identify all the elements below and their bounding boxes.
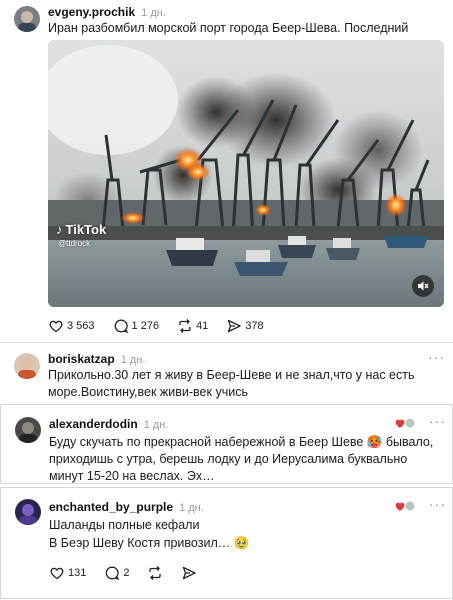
- speaker-muted-icon: [418, 281, 429, 291]
- reply-text-line2: В Беэр Шеву Костя привозил… 🥹: [49, 536, 250, 550]
- tiktok-icon: ♪: [56, 222, 63, 237]
- like-count: 131: [68, 567, 87, 579]
- heart-icon: [50, 567, 64, 580]
- share-button[interactable]: [181, 565, 197, 581]
- tiktok-handle: @ttdrock: [58, 239, 91, 248]
- more-options-button[interactable]: ···: [429, 414, 446, 428]
- main-post: evgeny.prochik 1 дн. Иран разбомбил морс…: [0, 0, 453, 342]
- username[interactable]: enchanted_by_purple: [49, 500, 173, 514]
- reaction-icons: [395, 500, 416, 512]
- repost-icon: [149, 566, 162, 580]
- timestamp: 1 дн.: [143, 419, 169, 431]
- tiktok-watermark: ♪ TikTok: [56, 222, 106, 237]
- reply-text: Прикольно.30 лет я живу в Беер-Шеве и не…: [48, 368, 415, 399]
- repost-count: 41: [196, 320, 209, 332]
- reply-text: Буду скучать по прекрасной набережной в …: [49, 435, 434, 483]
- username[interactable]: alexanderdodin: [49, 417, 138, 431]
- more-options-button[interactable]: ···: [429, 497, 446, 511]
- reply-header: enchanted_by_purple 1 дн.: [49, 500, 204, 514]
- timestamp: 1 дн.: [120, 354, 146, 366]
- comment-bubble-icon: [106, 566, 120, 581]
- like-button[interactable]: 3 563: [48, 318, 95, 334]
- repost-button[interactable]: [147, 565, 163, 581]
- repost-icon: [179, 319, 191, 333]
- avatar-alexanderdodin[interactable]: [15, 417, 41, 443]
- reaction-icons: [395, 417, 416, 429]
- reply-alexanderdodin: alexanderdodin 1 дн. ··· Буду скучать по…: [0, 404, 453, 484]
- heart-icon: [49, 320, 63, 333]
- post-actions: 3 563 1 276 41 378: [48, 318, 264, 334]
- share-button[interactable]: 378: [226, 318, 264, 334]
- comment-button[interactable]: 1 276: [113, 318, 160, 334]
- avatar-enchanted[interactable]: [15, 499, 41, 525]
- port-fire-image: [48, 40, 444, 307]
- post-video[interactable]: ♪ TikTok @ttdrock: [48, 40, 444, 307]
- mute-button[interactable]: [412, 275, 434, 297]
- reply-header: boriskatzap 1 дн.: [48, 352, 145, 366]
- like-button[interactable]: 131: [49, 565, 86, 581]
- username[interactable]: evgeny.prochik: [48, 5, 135, 19]
- send-icon: [228, 319, 241, 333]
- reply-header: alexanderdodin 1 дн.: [49, 417, 168, 431]
- comment-count: 1 276: [131, 320, 160, 332]
- more-options-button[interactable]: ···: [428, 350, 445, 364]
- comment-bubble-icon: [114, 319, 128, 334]
- username[interactable]: boriskatzap: [48, 352, 115, 366]
- comment-button[interactable]: 2: [104, 565, 129, 581]
- reply-actions: 131 2: [49, 565, 197, 581]
- timestamp: 1 дн.: [179, 502, 204, 514]
- avatar-evgeny[interactable]: [14, 6, 40, 32]
- timestamp: 1 дн.: [141, 7, 166, 19]
- avatar-boriskatzap[interactable]: [14, 353, 40, 379]
- post-header: evgeny.prochik 1 дн.: [48, 5, 166, 19]
- send-icon: [183, 566, 197, 580]
- share-count: 378: [245, 320, 264, 332]
- comment-count: 2: [123, 567, 130, 579]
- repost-button[interactable]: 41: [177, 318, 208, 334]
- reply-text-line1: Шаланды полные кефали: [49, 518, 200, 532]
- reply-enchanted: enchanted_by_purple 1 дн. ··· Шаланды по…: [0, 487, 453, 599]
- reply-boriskatzap: boriskatzap 1 дн. ··· Прикольно.30 лет я…: [0, 343, 453, 400]
- like-count: 3 563: [67, 320, 95, 332]
- tiktok-label: TikTok: [65, 222, 107, 237]
